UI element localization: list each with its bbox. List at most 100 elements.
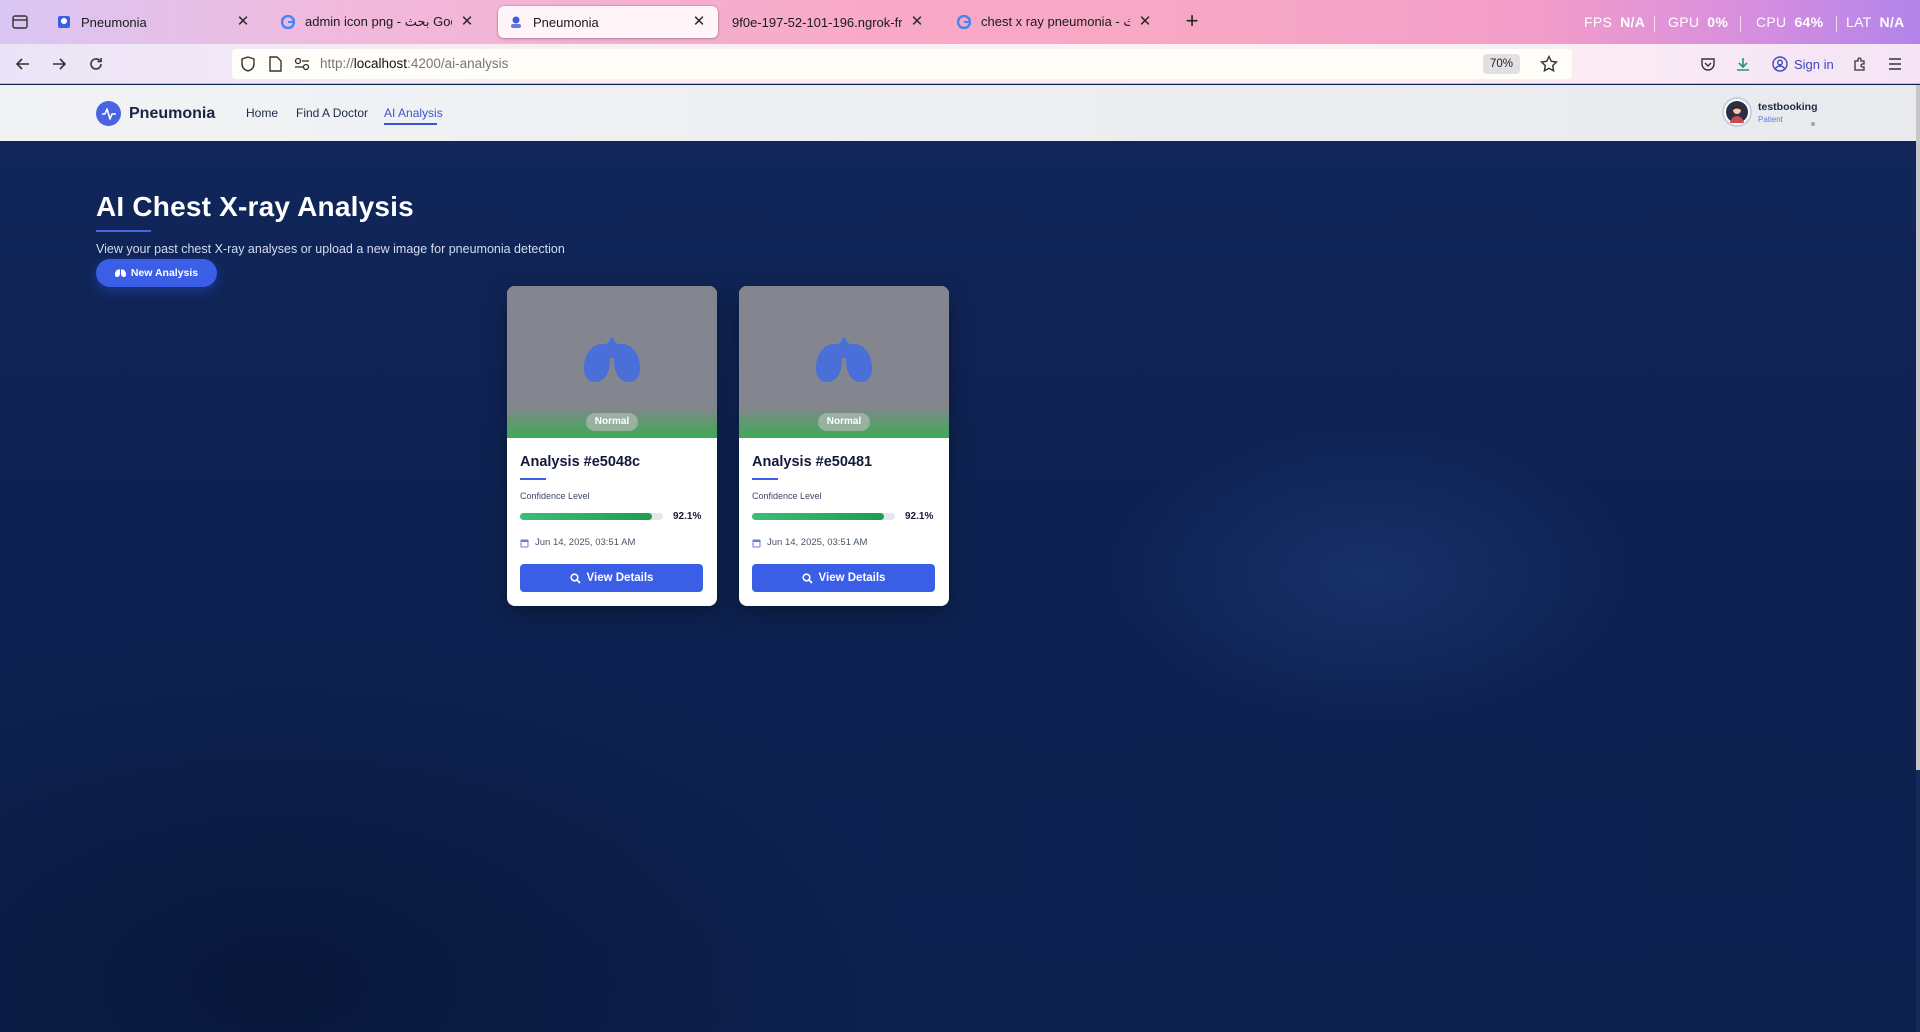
view-details-label: View Details bbox=[818, 572, 886, 584]
reload-icon bbox=[90, 58, 102, 70]
cpu-readout: CPU 64% bbox=[1756, 14, 1823, 30]
confidence-bar-fill bbox=[520, 513, 652, 520]
heartbeat-logo-icon bbox=[96, 101, 121, 126]
tab-close-icon[interactable]: ✕ bbox=[1136, 13, 1154, 31]
nav-find-a-doctor[interactable]: Find A Doctor bbox=[296, 106, 368, 120]
confidence-label: Confidence Level bbox=[752, 491, 822, 501]
page-title: AI Chest X-ray Analysis bbox=[96, 191, 414, 222]
tab-title: Pneumonia bbox=[533, 14, 599, 30]
permissions-icon[interactable] bbox=[294, 57, 310, 76]
scrollbar-thumb[interactable] bbox=[1916, 85, 1920, 770]
confidence-value: 92.1% bbox=[905, 511, 934, 522]
account-icon bbox=[1772, 56, 1788, 72]
tab-list-button[interactable] bbox=[8, 11, 32, 33]
user-menu[interactable]: testbooking Patient bbox=[1722, 97, 1818, 127]
title-underline bbox=[96, 230, 151, 232]
tab-close-icon[interactable]: ✕ bbox=[690, 13, 708, 31]
analysis-title: Analysis #e50481 bbox=[752, 454, 873, 470]
app-menu-button[interactable] bbox=[1883, 52, 1907, 76]
confidence-bar bbox=[520, 513, 663, 520]
confidence-value: 92.1% bbox=[673, 511, 702, 522]
calendar-icon bbox=[520, 538, 529, 548]
pneumonia-favicon-icon bbox=[56, 14, 72, 30]
download-icon bbox=[1737, 58, 1749, 71]
analysis-card: Normal Analysis #e5048c Confidence Level… bbox=[507, 286, 717, 606]
view-details-label: View Details bbox=[586, 572, 654, 584]
tab-close-icon[interactable]: ✕ bbox=[234, 13, 252, 31]
cpu-label: CPU bbox=[1756, 14, 1787, 30]
browser-tab-5[interactable]: chest x ray pneumonia - بحث Google ✕ bbox=[946, 6, 1164, 38]
analysis-date: Jun 14, 2025, 03:51 AM bbox=[752, 537, 867, 548]
zoom-level-button[interactable]: 70% bbox=[1482, 54, 1520, 74]
cpu-value: 64% bbox=[1794, 14, 1824, 30]
lat-label: LAT bbox=[1846, 14, 1872, 30]
lat-readout: LAT N/A bbox=[1846, 14, 1905, 30]
sign-in-label: Sign in bbox=[1794, 56, 1834, 72]
page-subtitle: View your past chest X-ray analyses or u… bbox=[96, 242, 565, 256]
xray-thumbnail: Normal bbox=[739, 286, 949, 438]
downloads-button[interactable] bbox=[1731, 52, 1755, 76]
plus-icon: + bbox=[1185, 8, 1199, 33]
tab-close-icon[interactable]: ✕ bbox=[458, 13, 476, 31]
nav-active-indicator bbox=[384, 123, 437, 125]
fps-readout: FPS N/A bbox=[1584, 14, 1645, 30]
avatar bbox=[1722, 97, 1752, 127]
tab-title: 9f0e-197-52-101-196.ngrok-free.app bbox=[732, 14, 902, 30]
nav-ai-analysis[interactable]: AI Analysis bbox=[384, 106, 443, 120]
page-icon[interactable] bbox=[268, 56, 282, 77]
pneumonia-favicon-icon bbox=[508, 14, 524, 30]
perf-divider bbox=[1740, 16, 1741, 32]
search-icon bbox=[801, 572, 813, 584]
analysis-date: Jun 14, 2025, 03:51 AM bbox=[520, 537, 635, 548]
browser-tab-bar: Pneumonia ✕ admin icon png - بحث Google … bbox=[0, 0, 1920, 44]
google-icon bbox=[956, 14, 972, 30]
pocket-button[interactable] bbox=[1696, 52, 1720, 76]
bookmark-star-icon[interactable] bbox=[1539, 54, 1559, 78]
gpu-readout: GPU 0% bbox=[1668, 14, 1728, 30]
status-badge: Normal bbox=[818, 413, 870, 431]
browser-tab-4[interactable]: 9f0e-197-52-101-196.ngrok-free.app ✕ bbox=[722, 6, 936, 38]
view-details-button[interactable]: View Details bbox=[520, 564, 703, 592]
brand-link[interactable]: Pneumonia bbox=[96, 101, 215, 126]
view-details-button[interactable]: View Details bbox=[752, 564, 935, 592]
new-analysis-button[interactable]: New Analysis bbox=[96, 259, 217, 287]
search-icon bbox=[569, 572, 581, 584]
back-arrow-icon bbox=[15, 58, 29, 70]
user-menu-indicator bbox=[1811, 122, 1815, 126]
back-button[interactable] bbox=[11, 52, 35, 76]
analysis-title: Analysis #e5048c bbox=[520, 454, 641, 470]
pocket-icon bbox=[1701, 58, 1715, 71]
reload-button[interactable] bbox=[84, 52, 108, 76]
confidence-label: Confidence Level bbox=[520, 491, 590, 501]
tab-close-icon[interactable]: ✕ bbox=[908, 13, 926, 31]
shield-icon[interactable] bbox=[240, 56, 256, 77]
address-bar[interactable]: http://localhost:4200/ai-analysis 70% bbox=[232, 49, 1572, 79]
browser-tab-3[interactable]: Pneumonia ✕ bbox=[498, 6, 718, 38]
lungs-icon bbox=[114, 268, 126, 278]
puzzle-icon bbox=[1854, 57, 1865, 71]
forward-arrow-icon bbox=[53, 58, 67, 70]
user-role: Patient bbox=[1758, 114, 1783, 124]
url-text[interactable]: http://localhost:4200/ai-analysis bbox=[320, 56, 508, 71]
app-header: Pneumonia Home Find A Doctor AI Analysis… bbox=[0, 85, 1916, 141]
browser-tab-2[interactable]: admin icon png - بحث Google ✕ bbox=[270, 6, 486, 38]
forward-button[interactable] bbox=[47, 52, 71, 76]
gpu-value: 0% bbox=[1707, 14, 1729, 30]
title-underline bbox=[752, 478, 778, 480]
browser-tab-1[interactable]: Pneumonia ✕ bbox=[46, 6, 262, 38]
tab-title: Pneumonia bbox=[81, 14, 147, 30]
nav-home[interactable]: Home bbox=[246, 106, 278, 120]
new-tab-button[interactable]: + bbox=[1180, 10, 1204, 34]
url-scheme: http:// bbox=[320, 56, 354, 71]
title-underline bbox=[520, 478, 546, 480]
calendar-icon bbox=[752, 538, 761, 548]
extensions-button[interactable] bbox=[1848, 52, 1872, 76]
date-text: Jun 14, 2025, 03:51 AM bbox=[535, 537, 636, 548]
tab-list-icon bbox=[12, 15, 28, 29]
sign-in-button[interactable]: Sign in bbox=[1772, 56, 1834, 72]
hamburger-menu-icon bbox=[1889, 58, 1901, 70]
perf-divider bbox=[1836, 16, 1837, 32]
confidence-bar-fill bbox=[752, 513, 884, 520]
fps-label: FPS bbox=[1584, 14, 1613, 30]
url-host: localhost bbox=[353, 56, 408, 71]
